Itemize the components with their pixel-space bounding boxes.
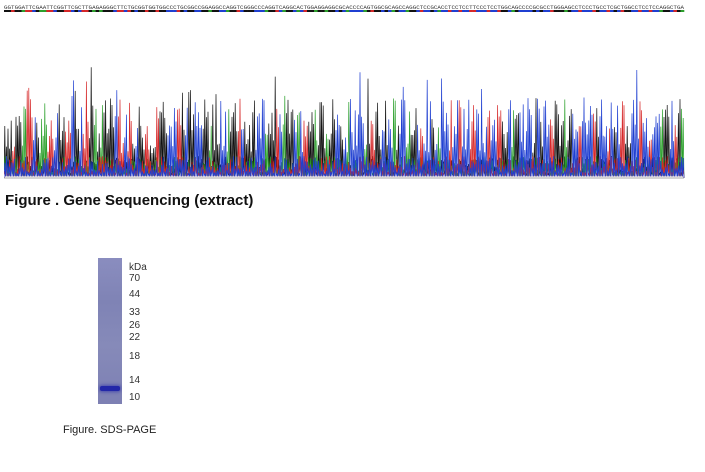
page: GGTGGATTCGAATTCGGTTCGCTTGAGAGGGCTTCTGCGG… <box>0 0 705 472</box>
sds-page-lane <box>98 258 122 404</box>
base-call-sequence: GGTGGATTCGAATTCGGTTCGCTTGAGAGGGCTTCTGCGG… <box>4 5 685 11</box>
marker-label: 33 <box>129 307 141 318</box>
gene-sequencing-caption: Figure . Gene Sequencing (extract) <box>5 192 254 209</box>
sequencing-chromatogram: GGTGGATTCGAATTCGGTTCGCTTGAGAGGGCTTCTGCGG… <box>4 5 685 179</box>
kda-unit-label: kDa <box>129 262 147 273</box>
marker-label: 14 <box>129 375 141 386</box>
marker-label: 26 <box>129 320 141 331</box>
gel-lane-background <box>98 258 122 404</box>
marker-label: 22 <box>129 332 141 343</box>
marker-label: 10 <box>129 392 141 403</box>
marker-label: 70 <box>129 273 141 284</box>
sds-page-caption: Figure. SDS-PAGE <box>63 424 157 436</box>
marker-label: 18 <box>129 351 141 362</box>
marker-label: 44 <box>129 289 141 300</box>
protein-band <box>100 386 120 391</box>
trace-peaks <box>4 67 685 179</box>
